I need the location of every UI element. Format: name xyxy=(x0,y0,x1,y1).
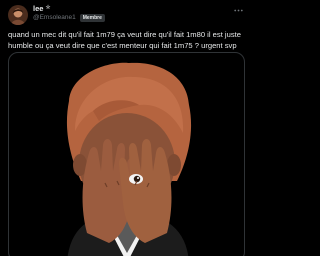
memoji-covering-face-icon xyxy=(66,62,192,256)
star-icon: ✮ xyxy=(45,5,51,11)
profile-photo-icon[interactable] xyxy=(8,5,28,25)
display-name[interactable]: lee xyxy=(33,4,43,13)
author-names: lee ✮ @Emsoleane1 Membre xyxy=(33,4,105,22)
tweet-media[interactable] xyxy=(8,52,245,256)
tweet-text: quand un mec dit qu'il fait 1m79 ça veut… xyxy=(8,30,241,50)
display-name-row[interactable]: lee ✮ xyxy=(33,4,105,13)
more-options-icon[interactable] xyxy=(234,6,243,14)
tweet: lee ✮ @Emsoleane1 Membre quand un mec di… xyxy=(0,0,253,256)
member-badge[interactable]: Membre xyxy=(79,13,105,22)
tweet-header: lee ✮ @Emsoleane1 Membre xyxy=(8,4,245,26)
handle-row: @Emsoleane1 Membre xyxy=(33,13,105,22)
handle[interactable]: @Emsoleane1 xyxy=(33,13,76,22)
